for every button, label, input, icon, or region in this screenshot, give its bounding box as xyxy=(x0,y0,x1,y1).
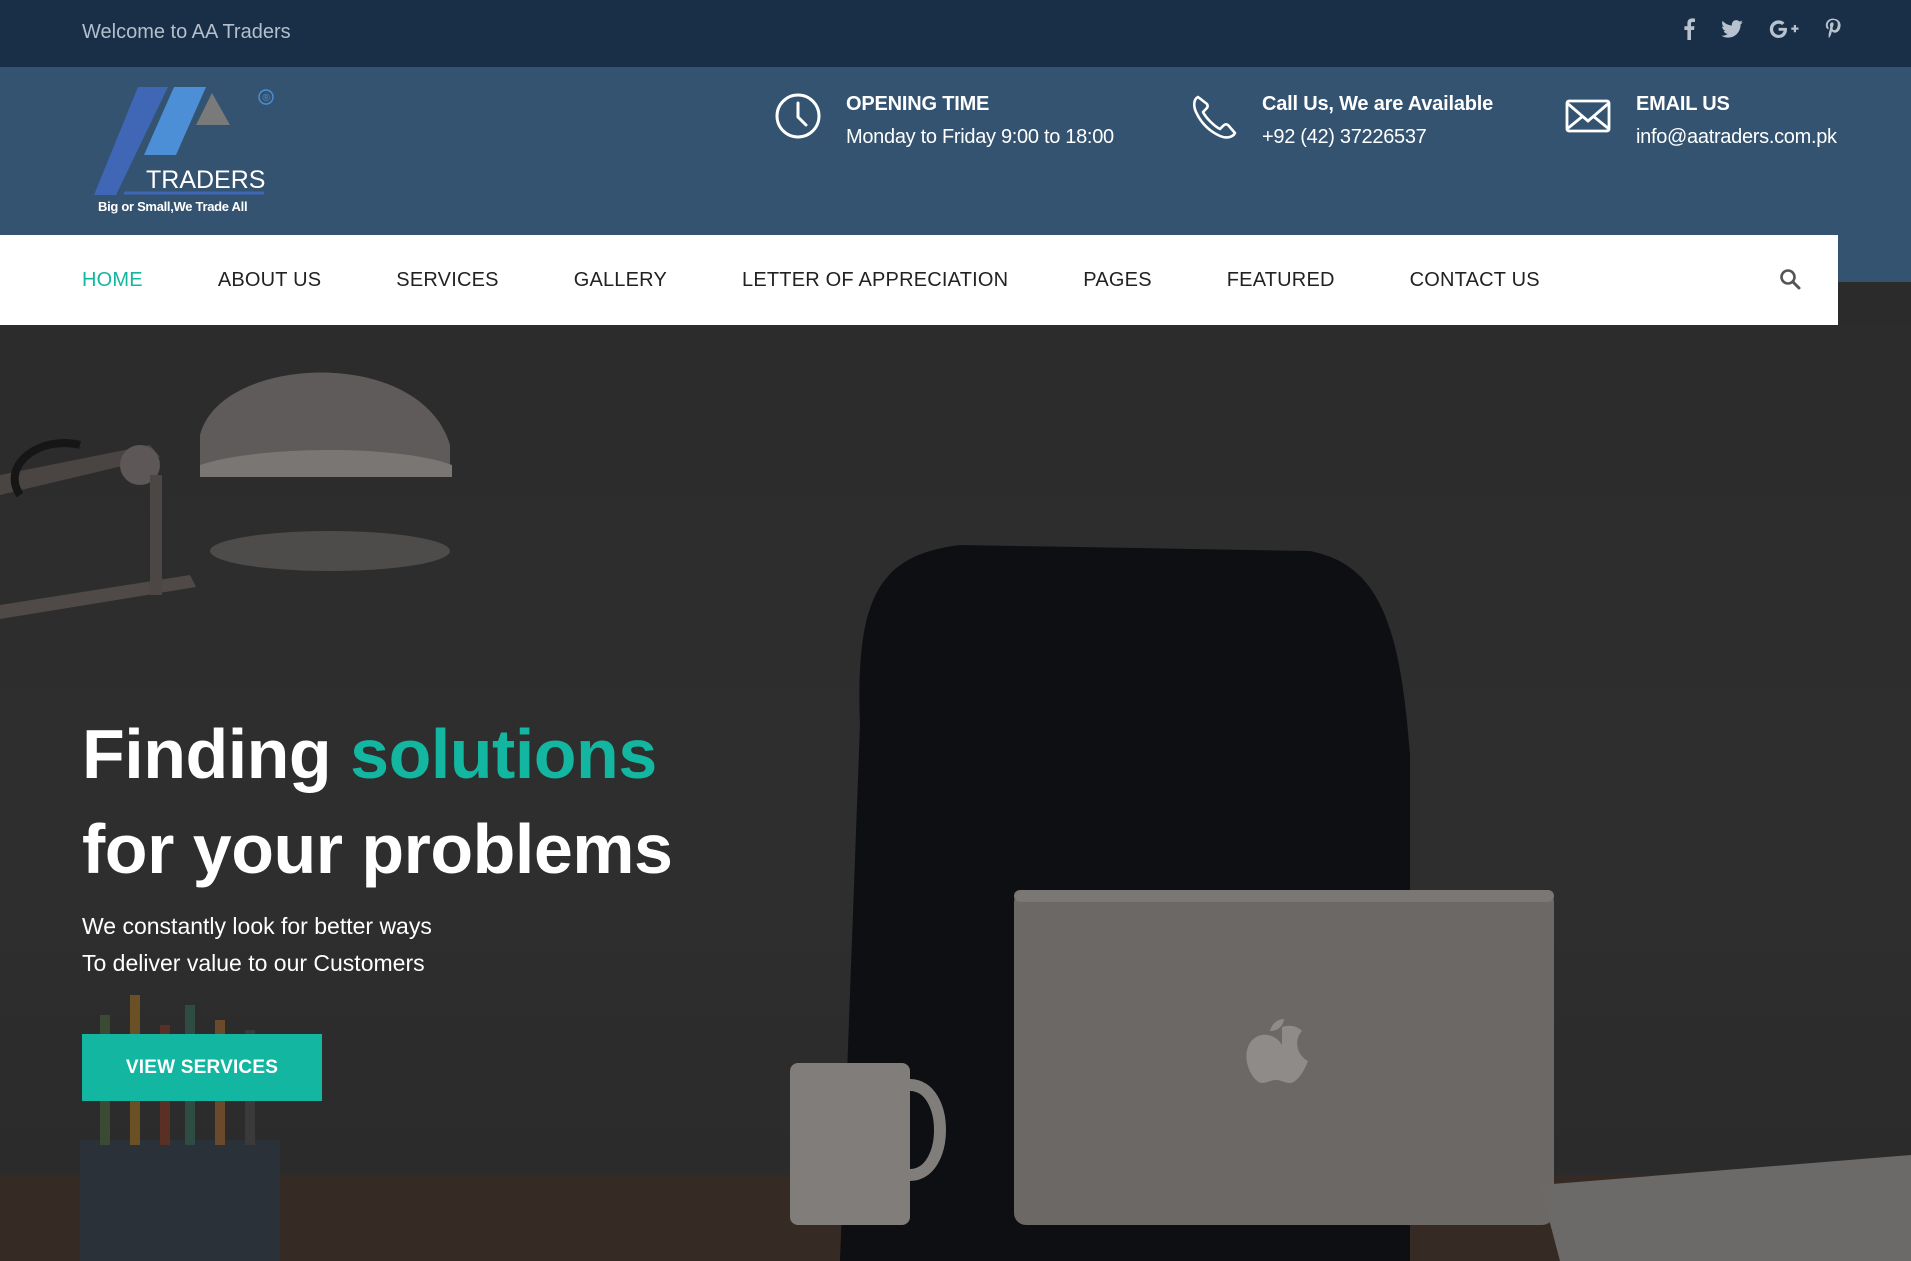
nav-item-letter-of-appreciation[interactable]: LETTER OF APPRECIATION xyxy=(742,269,1008,292)
view-services-button[interactable]: VIEW SERVICES xyxy=(82,1034,322,1101)
top-bar: Welcome to AA Traders xyxy=(0,0,1911,67)
hero-banner: Finding solutions for your problems We c… xyxy=(0,325,1911,1261)
nav-item-gallery[interactable]: GALLERY xyxy=(574,269,667,292)
logo-name: TRADERS xyxy=(146,166,265,194)
nav-item-home[interactable]: HOME xyxy=(82,269,143,292)
hero-subtitle: We constantly look for better ways To de… xyxy=(82,908,432,982)
envelope-icon xyxy=(1564,91,1616,143)
logo-tagline: Big or Small,We Trade All xyxy=(98,199,248,214)
email-title: EMAIL US xyxy=(1636,93,1730,115)
notebook xyxy=(1540,1155,1911,1261)
welcome-text: Welcome to AA Traders xyxy=(82,21,291,43)
clock-icon xyxy=(774,91,826,143)
phone-icon xyxy=(1190,91,1242,143)
hero-title-line2: for your problems xyxy=(82,810,673,888)
hero-title-accent: solutions xyxy=(350,715,657,793)
hero-subtitle-line1: We constantly look for better ways xyxy=(82,913,432,939)
call-title: Call Us, We are Available xyxy=(1262,93,1494,115)
laptop xyxy=(1014,890,1554,1225)
nav-item-about-us[interactable]: ABOUT US xyxy=(218,269,321,292)
google-plus-icon[interactable] xyxy=(1769,19,1799,39)
twitter-icon[interactable] xyxy=(1721,20,1743,38)
opening-time-title: OPENING TIME xyxy=(846,93,990,115)
email-block: EMAIL US info@aatraders.com.pk xyxy=(1564,91,1837,150)
logo-mark: ® TRADERS xyxy=(94,87,274,195)
nav-item-services[interactable]: SERVICES xyxy=(396,269,498,292)
main-nav: HOME ABOUT US SERVICES GALLERY LETTER OF… xyxy=(0,235,1838,325)
nav-item-contact-us[interactable]: CONTACT US xyxy=(1410,269,1540,292)
call-block: Call Us, We are Available +92 (42) 37226… xyxy=(1190,91,1493,150)
nav-menu: HOME ABOUT US SERVICES GALLERY LETTER OF… xyxy=(82,235,1615,325)
search-icon[interactable] xyxy=(1778,267,1802,291)
desk-lamp xyxy=(0,372,452,619)
logo[interactable]: ® TRADERS Big or Small,We Trade All xyxy=(94,85,284,220)
email-address[interactable]: info@aatraders.com.pk xyxy=(1636,124,1837,150)
hero-title-part1: Finding xyxy=(82,715,351,793)
nav-item-featured[interactable]: FEATURED xyxy=(1227,269,1335,292)
hero-title: Finding solutions for your problems xyxy=(82,707,673,897)
registered-mark: ® xyxy=(263,93,271,104)
social-links xyxy=(1683,18,1841,40)
hero-subtitle-line2: To deliver value to our Customers xyxy=(82,950,425,976)
opening-time-text: Monday to Friday 9:00 to 18:00 xyxy=(846,126,1114,148)
phone-number[interactable]: +92 (42) 37226537 xyxy=(1262,124,1493,150)
pinterest-icon[interactable] xyxy=(1825,18,1841,40)
facebook-icon[interactable] xyxy=(1683,18,1695,40)
nav-item-pages[interactable]: PAGES xyxy=(1083,269,1151,292)
opening-time-block: OPENING TIME Monday to Friday 9:00 to 18… xyxy=(774,91,1114,150)
